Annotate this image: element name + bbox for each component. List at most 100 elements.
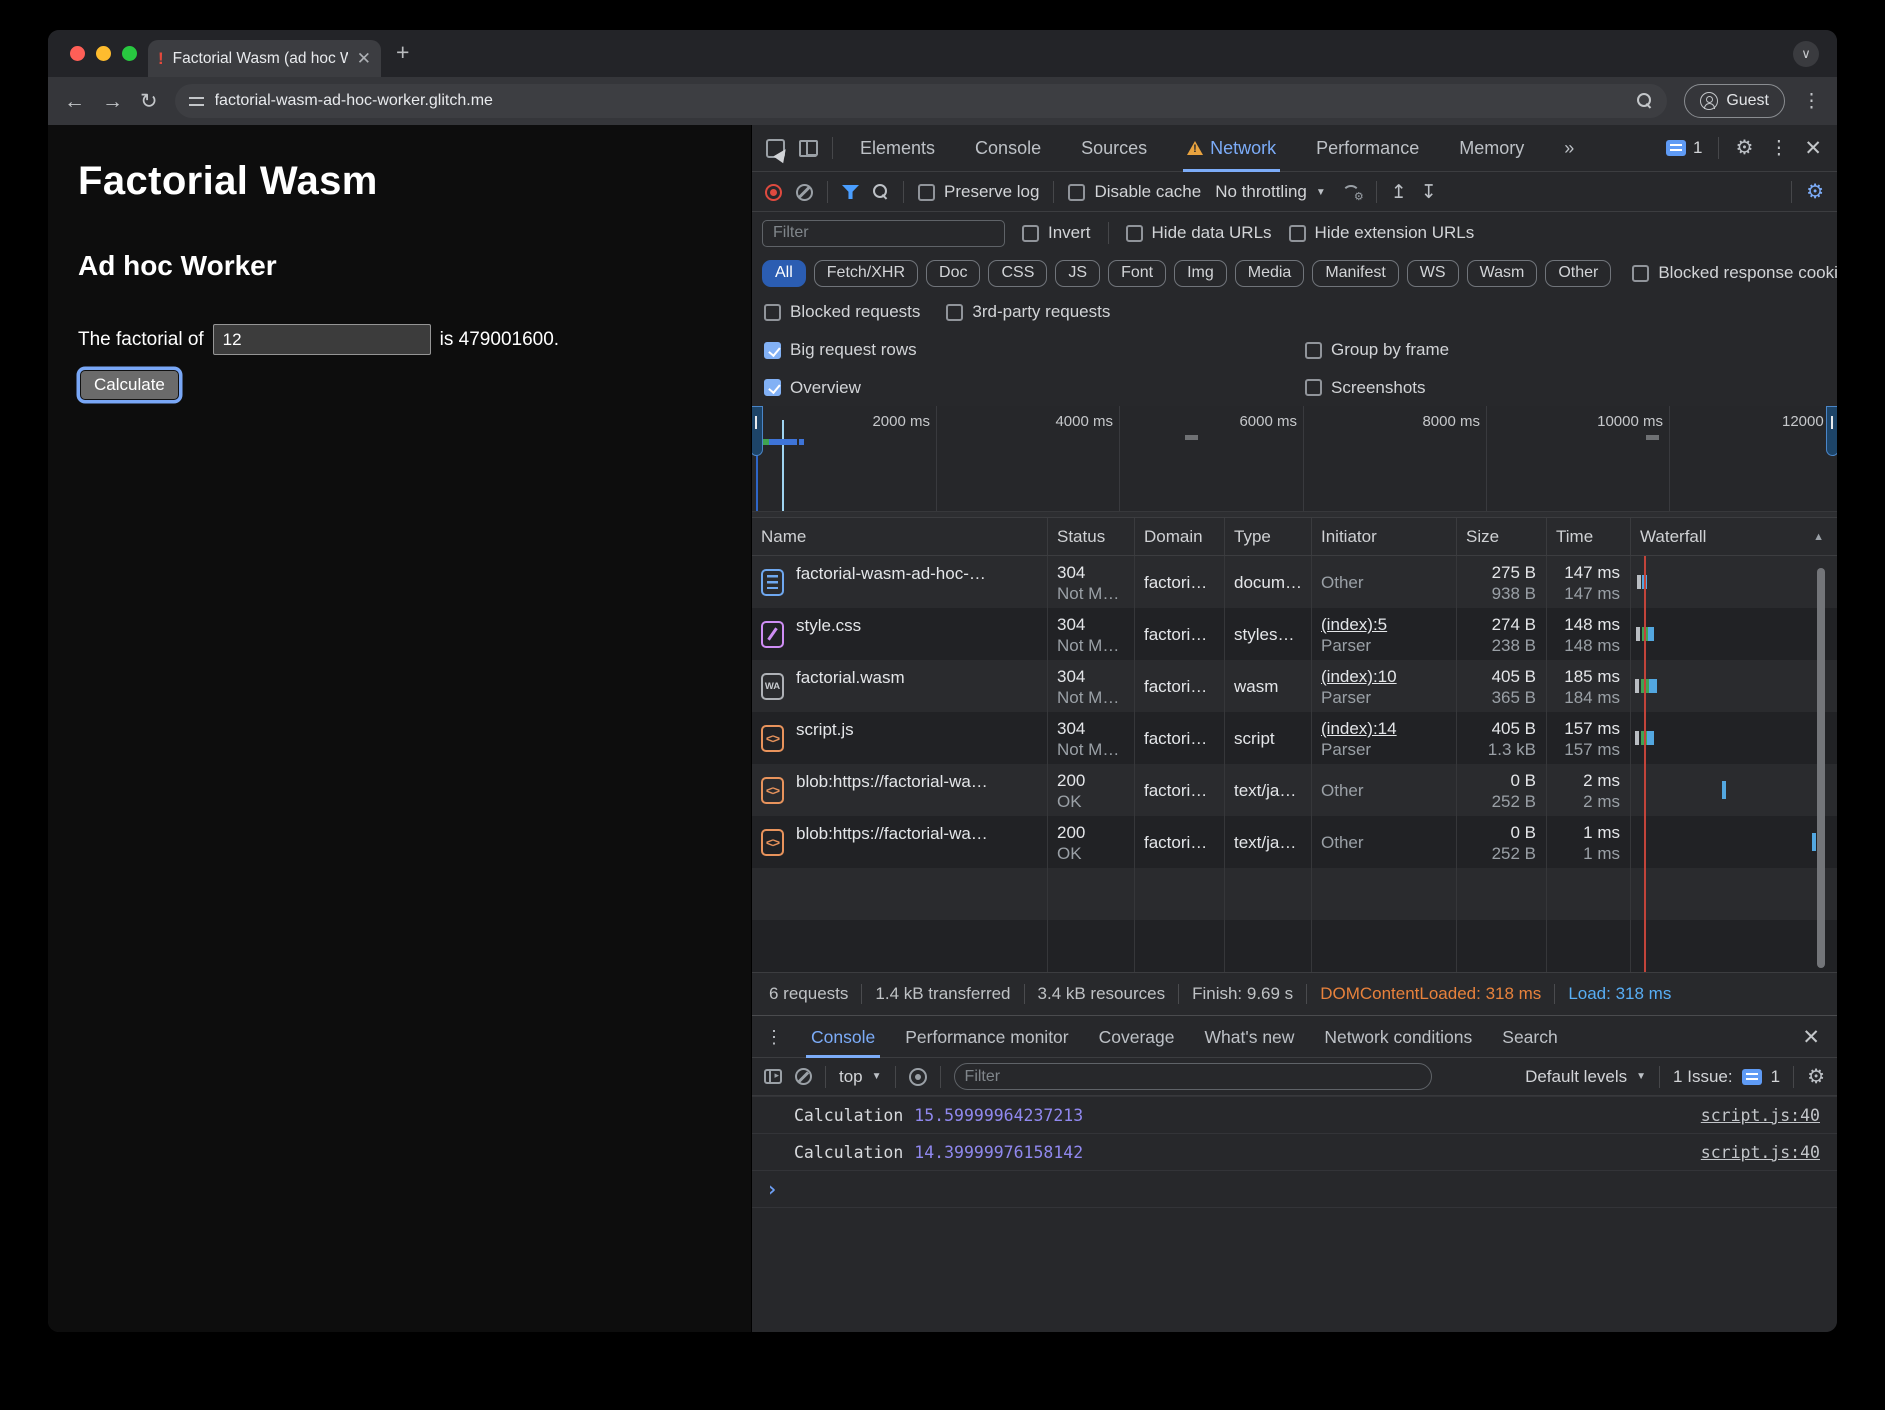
drawer-tab-network-conditions[interactable]: Network conditions (1309, 1017, 1487, 1058)
request-row[interactable]: script.js 304 Not M… factori… script (in… (752, 712, 1837, 764)
factorial-input[interactable] (213, 324, 431, 355)
request-row[interactable]: blob:https://factorial-wa… 200 OK factor… (752, 764, 1837, 816)
column-header-waterfall[interactable]: Waterfall ▲ (1631, 518, 1837, 555)
blocked-requests-toggle[interactable]: Blocked requests (764, 302, 920, 322)
drawer-tab-performance-monitor[interactable]: Performance monitor (890, 1017, 1083, 1058)
context-selector[interactable]: top ▼ (839, 1067, 882, 1087)
blocked-response-cookies-checkbox[interactable] (1632, 265, 1649, 282)
blocked-requests-checkbox[interactable] (764, 304, 781, 321)
chip-fetch-xhr[interactable]: Fetch/XHR (814, 260, 918, 287)
back-icon[interactable]: ← (64, 91, 85, 112)
tab-memory[interactable]: Memory (1446, 125, 1537, 172)
zoom-icon[interactable] (1637, 93, 1653, 109)
chip-font[interactable]: Font (1108, 260, 1166, 287)
request-row[interactable]: blob:https://factorial-wa… 200 OK factor… (752, 816, 1837, 868)
initiator-link[interactable]: (index):5 (1321, 614, 1448, 635)
tab-network[interactable]: Network (1174, 125, 1289, 172)
chip-img[interactable]: Img (1174, 260, 1227, 287)
close-window-button[interactable] (70, 46, 85, 61)
network-filter-input[interactable] (762, 220, 1005, 247)
drawer-tab-console[interactable]: Console (796, 1017, 890, 1058)
drawer-tab-whats-new[interactable]: What's new (1190, 1017, 1310, 1058)
column-header-name[interactable]: Name (752, 518, 1048, 555)
drawer-tab-coverage[interactable]: Coverage (1084, 1017, 1190, 1058)
request-row[interactable]: style.css 304 Not M… factori… styles… (i… (752, 608, 1837, 660)
console-source-link[interactable]: script.js:40 (1701, 1106, 1820, 1125)
hide-data-urls-checkbox[interactable] (1126, 225, 1143, 242)
screenshots-checkbox[interactable] (1305, 379, 1322, 396)
clear-console-icon[interactable] (795, 1068, 812, 1085)
invert-toggle[interactable]: Invert (1022, 223, 1091, 243)
tab-close-icon[interactable]: ✕ (357, 49, 371, 69)
live-expression-icon[interactable] (909, 1068, 927, 1086)
preserve-log-toggle[interactable]: Preserve log (918, 182, 1039, 202)
chip-other[interactable]: Other (1545, 260, 1611, 287)
devtools-menu-icon[interactable]: ⋮ (1769, 137, 1788, 160)
chip-media[interactable]: Media (1235, 260, 1305, 287)
drawer-tab-search[interactable]: Search (1487, 1017, 1572, 1058)
more-tabs-icon[interactable]: » (1551, 125, 1587, 172)
tab-elements[interactable]: Elements (847, 125, 948, 172)
chip-all[interactable]: All (762, 260, 806, 287)
network-conditions-icon[interactable] (1340, 184, 1362, 200)
settings-gear-icon[interactable]: ⚙ (1735, 138, 1753, 158)
filter-icon[interactable] (842, 185, 859, 199)
chip-css[interactable]: CSS (988, 260, 1047, 287)
blocked-response-cookies-toggle[interactable]: Blocked response cookies (1632, 263, 1837, 283)
overview-toggle[interactable]: Overview (764, 378, 861, 398)
tab-console[interactable]: Console (962, 125, 1054, 172)
console-prompt[interactable]: › (752, 1170, 1837, 1208)
group-by-frame-toggle[interactable]: Group by frame (1305, 340, 1449, 360)
fullscreen-window-button[interactable] (122, 46, 137, 61)
third-party-requests-toggle[interactable]: 3rd-party requests (946, 302, 1110, 322)
invert-checkbox[interactable] (1022, 225, 1039, 242)
search-icon[interactable] (873, 184, 889, 200)
chip-ws[interactable]: WS (1407, 260, 1459, 287)
big-request-rows-checkbox[interactable] (764, 342, 781, 359)
devtools-close-icon[interactable]: ✕ (1804, 136, 1822, 161)
import-har-icon[interactable]: ↥ (1391, 183, 1407, 202)
request-row[interactable]: factorial.wasm 304 Not M… factori… wasm … (752, 660, 1837, 712)
overview-checkbox[interactable] (764, 379, 781, 396)
column-header-initiator[interactable]: Initiator (1312, 518, 1457, 555)
hide-data-urls-toggle[interactable]: Hide data URLs (1126, 223, 1272, 243)
chip-wasm[interactable]: Wasm (1467, 260, 1538, 287)
console-source-link[interactable]: script.js:40 (1701, 1143, 1820, 1162)
forward-icon[interactable]: → (102, 91, 123, 112)
console-message[interactable]: Calculation 14.39999976158142 script.js:… (752, 1133, 1837, 1170)
initiator-link[interactable]: (index):14 (1321, 718, 1448, 739)
chip-doc[interactable]: Doc (926, 260, 980, 287)
console-sidebar-icon[interactable] (764, 1069, 782, 1084)
site-settings-icon[interactable] (189, 96, 204, 107)
minimize-window-button[interactable] (96, 46, 111, 61)
overview-left-handle[interactable] (752, 406, 763, 456)
hide-extension-urls-toggle[interactable]: Hide extension URLs (1289, 223, 1475, 243)
drawer-close-icon[interactable]: ✕ (1802, 1025, 1837, 1050)
address-bar[interactable]: factorial-wasm-ad-hoc-worker.glitch.me (175, 84, 1668, 118)
export-har-icon[interactable]: ↧ (1421, 183, 1437, 202)
waterfall-scrollbar[interactable] (1817, 568, 1825, 968)
browser-menu-icon[interactable]: ⋮ (1802, 90, 1821, 113)
column-header-type[interactable]: Type (1225, 518, 1312, 555)
record-icon[interactable] (765, 184, 782, 201)
log-levels-dropdown[interactable]: Default levels ▼ (1525, 1067, 1646, 1087)
column-header-size[interactable]: Size (1457, 518, 1547, 555)
reload-icon[interactable]: ↻ (140, 91, 158, 112)
network-overview-timeline[interactable]: 2000 ms 4000 ms 6000 ms 8000 ms 10000 ms… (752, 406, 1837, 518)
request-row[interactable]: factorial-wasm-ad-hoc-… 304 Not M… facto… (752, 556, 1837, 608)
tab-performance[interactable]: Performance (1303, 125, 1432, 172)
browser-tab[interactable]: ! Factorial Wasm (ad hoc Work ✕ (148, 40, 381, 77)
console-message[interactable]: Calculation 15.59999964237213 script.js:… (752, 1096, 1837, 1133)
calculate-button[interactable]: Calculate (80, 370, 179, 400)
clear-icon[interactable] (796, 184, 813, 201)
third-party-requests-checkbox[interactable] (946, 304, 963, 321)
disable-cache-checkbox[interactable] (1068, 184, 1085, 201)
screenshots-toggle[interactable]: Screenshots (1305, 378, 1426, 398)
column-header-time[interactable]: Time (1547, 518, 1631, 555)
column-header-domain[interactable]: Domain (1135, 518, 1225, 555)
drawer-menu-icon[interactable]: ⋮ (752, 1027, 796, 1048)
initiator-link[interactable]: (index):10 (1321, 666, 1448, 687)
issues-counter[interactable]: 1 Issue: 1 (1673, 1067, 1780, 1087)
new-tab-button[interactable]: + (396, 39, 409, 66)
overview-right-handle[interactable] (1826, 406, 1837, 456)
